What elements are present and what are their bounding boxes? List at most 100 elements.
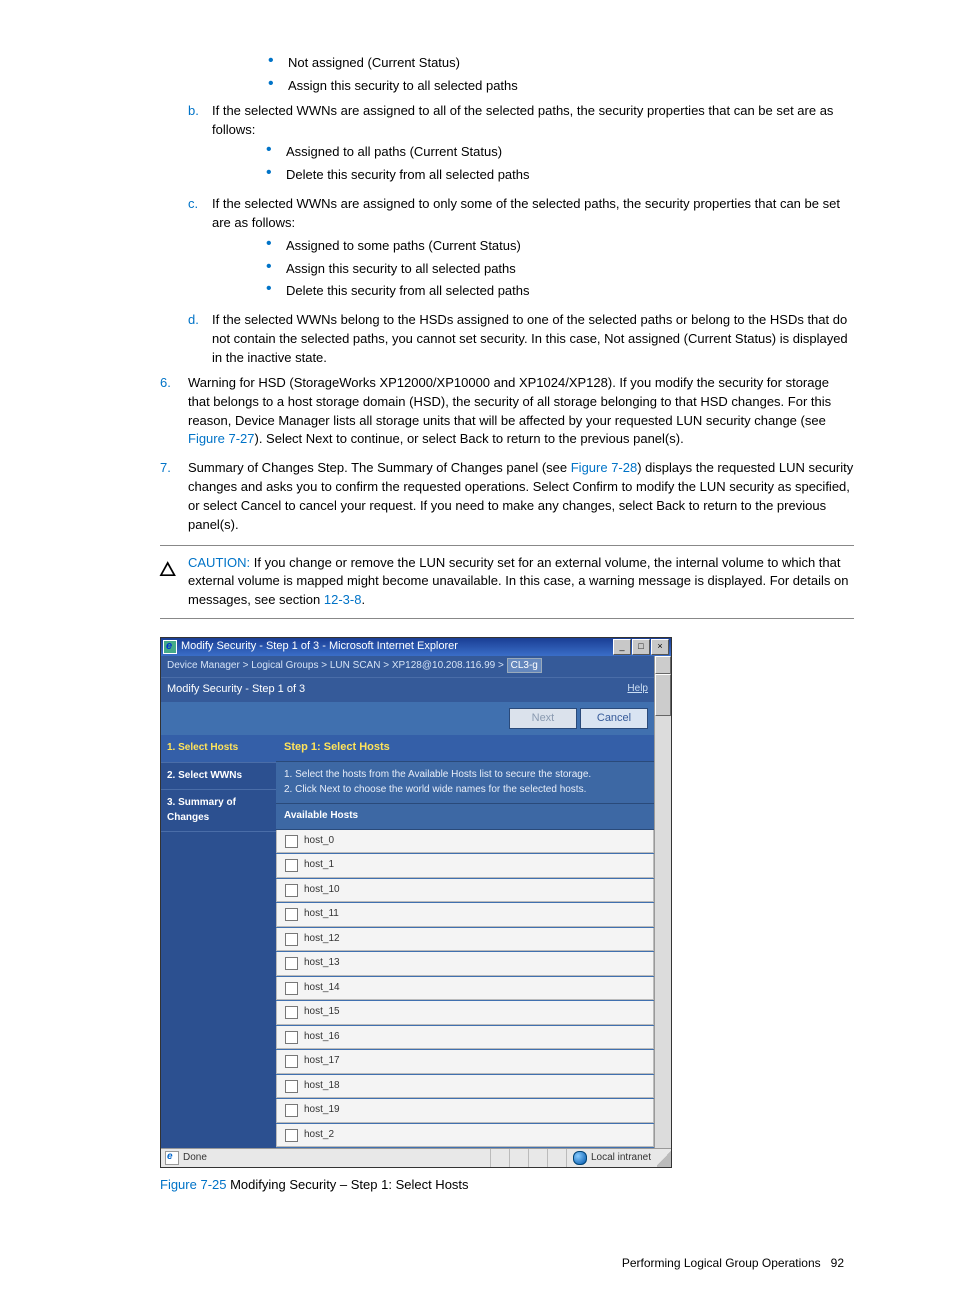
host-label: host_15 — [304, 1005, 340, 1020]
host-checkbox[interactable] — [285, 1031, 298, 1044]
host-label: host_17 — [304, 1054, 340, 1069]
intranet-icon — [573, 1151, 587, 1165]
nav-step-3[interactable]: 3. Summary of Changes — [161, 790, 276, 832]
instructions: 1. Select the hosts from the Available H… — [276, 762, 654, 803]
host-row[interactable]: host_17 — [276, 1050, 654, 1074]
bullet-item: Assign this security to all selected pat… — [268, 77, 854, 96]
nav-step-1[interactable]: 1. Select Hosts — [161, 735, 276, 763]
list-a-bullets: Not assigned (Current Status) Assign thi… — [160, 54, 854, 96]
caution-icon: △ — [160, 554, 188, 611]
ie-window: Modify Security - Step 1 of 3 - Microsof… — [160, 637, 672, 1168]
close-button[interactable]: × — [651, 639, 669, 655]
host-row[interactable]: host_12 — [276, 928, 654, 952]
step-number: 6. — [160, 374, 188, 449]
host-label: host_16 — [304, 1030, 340, 1045]
host-row[interactable]: host_19 — [276, 1099, 654, 1123]
done-icon — [165, 1151, 179, 1165]
bullet-item: Assigned to all paths (Current Status) — [266, 143, 854, 162]
list-b-bullets: Assigned to all paths (Current Status) D… — [212, 143, 854, 185]
breadcrumb-current[interactable]: CL3-g — [507, 658, 542, 673]
host-row[interactable]: host_15 — [276, 1001, 654, 1025]
available-hosts-header: Available Hosts — [276, 803, 654, 830]
list-letter: d. — [188, 311, 212, 368]
host-checkbox[interactable] — [285, 884, 298, 897]
host-label: host_0 — [304, 834, 334, 849]
window-title: Modify Security - Step 1 of 3 - Microsof… — [181, 639, 613, 655]
minimize-button[interactable]: _ — [613, 639, 631, 655]
host-label: host_14 — [304, 981, 340, 996]
host-checkbox[interactable] — [285, 859, 298, 872]
nav-step-2[interactable]: 2. Select WWNs — [161, 763, 276, 791]
host-checkbox[interactable] — [285, 957, 298, 970]
section-link[interactable]: 12-3-8 — [324, 592, 362, 607]
maximize-button[interactable]: □ — [632, 639, 650, 655]
scroll-up-button[interactable] — [655, 656, 671, 674]
help-link[interactable]: Help — [627, 682, 648, 698]
host-row[interactable]: host_1 — [276, 854, 654, 878]
figure-caption: Figure 7-25 Modifying Security – Step 1:… — [160, 1176, 854, 1195]
bullet-item: Delete this security from all selected p… — [266, 282, 854, 301]
item-d-text: If the selected WWNs belong to the HSDs … — [212, 312, 848, 365]
item-c-text: If the selected WWNs are assigned to onl… — [212, 196, 840, 230]
numbered-steps: 6. Warning for HSD (StorageWorks XP12000… — [160, 374, 854, 535]
host-label: host_1 — [304, 858, 334, 873]
cancel-button[interactable]: Cancel — [580, 708, 648, 730]
host-checkbox[interactable] — [285, 933, 298, 946]
host-row[interactable]: host_13 — [276, 952, 654, 976]
wizard-main: 1. Select Hosts 2. Select WWNs 3. Summar… — [161, 735, 654, 1148]
host-checkbox[interactable] — [285, 1129, 298, 1142]
host-checkbox[interactable] — [285, 1104, 298, 1117]
host-row[interactable]: host_10 — [276, 879, 654, 903]
lettered-list: b. If the selected WWNs are assigned to … — [160, 102, 854, 368]
host-row[interactable]: host_16 — [276, 1026, 654, 1050]
step-6-body: Warning for HSD (StorageWorks XP12000/XP… — [188, 374, 854, 449]
host-checkbox[interactable] — [285, 982, 298, 995]
host-label: host_12 — [304, 932, 340, 947]
figure-link[interactable]: Figure 7-27 — [188, 431, 254, 446]
list-letter: c. — [188, 195, 212, 305]
wizard-title: Modify Security - Step 1 of 3 — [167, 682, 305, 698]
figure-number: Figure 7-25 — [160, 1177, 226, 1192]
caution-block: △ CAUTION: If you change or remove the L… — [160, 545, 854, 620]
host-row[interactable]: host_2 — [276, 1124, 654, 1148]
host-checkbox[interactable] — [285, 1055, 298, 1068]
status-done: Done — [183, 1151, 207, 1166]
list-letter: b. — [188, 102, 212, 189]
page-footer: Performing Logical Group Operations 92 — [100, 1255, 854, 1272]
host-row[interactable]: host_0 — [276, 830, 654, 854]
host-label: host_13 — [304, 956, 340, 971]
host-checkbox[interactable] — [285, 908, 298, 921]
wizard-header: Modify Security - Step 1 of 3 Help — [161, 677, 654, 702]
item-b-text: If the selected WWNs are assigned to all… — [212, 103, 833, 137]
host-row[interactable]: host_18 — [276, 1075, 654, 1099]
host-row[interactable]: host_11 — [276, 903, 654, 927]
list-c-bullets: Assigned to some paths (Current Status) … — [212, 237, 854, 302]
caution-label: CAUTION: — [188, 555, 250, 570]
scroll-thumb[interactable] — [655, 674, 671, 716]
breadcrumb: Device Manager > Logical Groups > LUN SC… — [161, 656, 654, 677]
host-row[interactable]: host_14 — [276, 977, 654, 1001]
hosts-list: host_0 host_1 host_10 host_11 host_12 host_13… — [276, 830, 654, 1148]
bullet-item: Delete this security from all selected p… — [266, 166, 854, 185]
status-zone: Local intranet — [591, 1151, 651, 1166]
bullet-item: Not assigned (Current Status) — [268, 54, 854, 73]
figure: Modify Security - Step 1 of 3 - Microsof… — [160, 637, 854, 1195]
host-label: host_10 — [304, 883, 340, 898]
window-titlebar: Modify Security - Step 1 of 3 - Microsof… — [161, 638, 671, 656]
wizard-button-row: Next Cancel — [161, 702, 654, 736]
document-body: Not assigned (Current Status) Assign thi… — [160, 54, 854, 1195]
window-buttons: _ □ × — [613, 639, 669, 655]
host-checkbox[interactable] — [285, 1006, 298, 1019]
host-label: host_2 — [304, 1128, 334, 1143]
scrollbar[interactable] — [654, 656, 671, 1148]
next-button[interactable]: Next — [509, 708, 577, 730]
step-title: Step 1: Select Hosts — [276, 735, 654, 762]
host-label: host_11 — [304, 907, 339, 922]
figure-link[interactable]: Figure 7-28 — [571, 460, 637, 475]
host-label: host_19 — [304, 1103, 340, 1118]
wizard-content: Step 1: Select Hosts 1. Select the hosts… — [276, 735, 654, 1148]
ie-icon — [163, 640, 177, 654]
resize-grip[interactable] — [657, 1149, 671, 1167]
host-checkbox[interactable] — [285, 1080, 298, 1093]
host-checkbox[interactable] — [285, 835, 298, 848]
